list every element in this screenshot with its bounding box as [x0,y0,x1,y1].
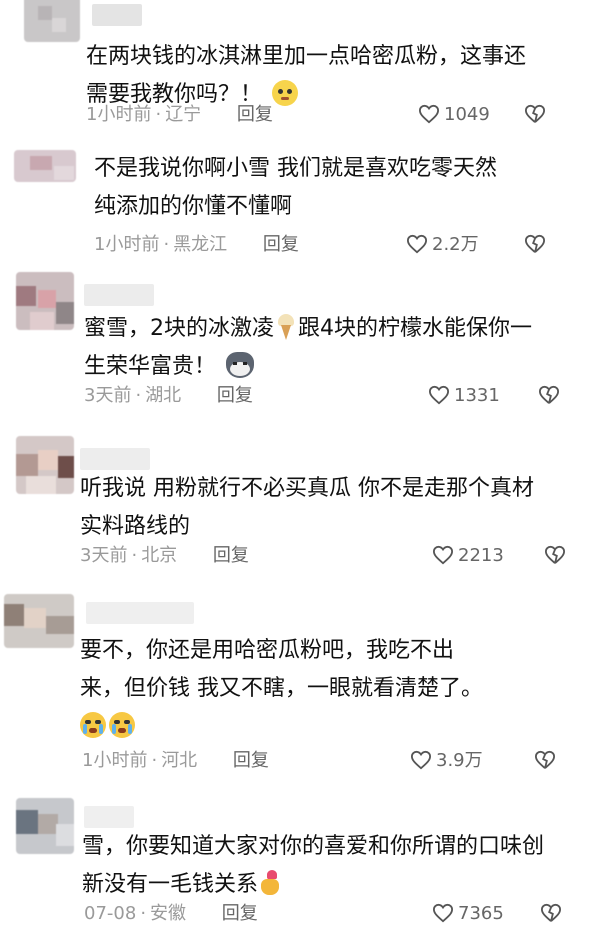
like-button[interactable]: 2.2万 [406,234,479,256]
finger-heart-emoji-icon [260,870,282,896]
comment-text: 听我说 用粉就行不必买真瓜 你不是走那个真材 实料路线的 [80,476,534,539]
avatar[interactable] [16,798,74,854]
comment-meta: 1小时前 · 黑龙江 回复 [94,234,299,255]
heart-icon [432,545,454,565]
broken-heart-icon [544,545,566,564]
like-button[interactable]: 1331 [428,385,500,407]
comment-meta: 3天前 · 湖北 回复 [84,385,253,406]
avatar[interactable] [16,436,74,494]
username-blurred[interactable] [84,284,154,306]
broken-heart-icon [538,385,560,404]
username-blurred[interactable] [80,448,150,470]
heart-icon [432,903,454,923]
comment-text: 要不，你还是用哈密瓜粉吧，我吃不出 来，但价钱 我又不瞎，一眼就看清楚了。 [80,632,483,746]
crying-face-emoji-icon [109,712,135,738]
reply-button[interactable]: 回复 [233,750,269,771]
broken-heart-icon [524,104,546,123]
comment-meta: 1小时前 · 河北 回复 [82,750,269,771]
broken-heart-icon [524,234,546,253]
dislike-button[interactable] [534,750,556,774]
like-button[interactable]: 7365 [432,903,504,925]
worried-face-emoji-icon [272,80,299,106]
heart-icon [428,385,450,405]
username-blurred[interactable] [92,4,142,26]
avatar[interactable] [16,272,74,330]
comment-text: 在两块钱的冰淇淋里加一点哈密瓜粉，这事还 需要我教你吗？！ [86,44,527,107]
dislike-button[interactable] [538,385,560,409]
dislike-button[interactable] [524,234,546,258]
heart-icon [406,234,428,254]
username-blurred[interactable] [84,806,134,828]
reply-button[interactable]: 回复 [213,545,249,566]
avatar[interactable] [24,0,80,42]
comment-text: 蜜雪，2块的冰激凌 跟4块的柠檬水能保你一 生荣华富贵！ [84,314,532,379]
comment-text: 不是我说你啊小雪 我们就是喜欢吃零天然 纯添加的你懂不懂啊 [94,156,497,219]
avatar[interactable] [14,150,76,182]
dislike-button[interactable] [524,104,546,128]
like-button[interactable]: 3.9万 [410,750,483,772]
comment-meta: 07-08 · 安徽 回复 [84,903,258,924]
broken-heart-icon [540,903,562,922]
like-button[interactable]: 2213 [432,545,504,567]
comment-meta: 1小时前 · 辽宁 回复 [86,104,273,125]
reply-button[interactable]: 回复 [217,385,253,406]
reply-button[interactable]: 回复 [263,234,299,255]
husky-dog-emoji-icon [226,352,255,378]
heart-icon [410,750,432,770]
reply-button[interactable]: 回复 [222,903,258,924]
comment-text: 雪，你要知道大家对你的喜爱和你所谓的口味创 新没有一毛钱关系 [82,834,545,897]
like-button[interactable]: 1049 [418,104,490,126]
broken-heart-icon [534,750,556,769]
crying-face-emoji-icon [80,712,106,738]
ice-cream-emoji-icon [277,314,295,340]
comment-meta: 3天前 · 北京 回复 [80,545,249,566]
username-blurred[interactable] [86,602,194,624]
heart-icon [418,104,440,124]
reply-button[interactable]: 回复 [237,104,273,125]
dislike-button[interactable] [540,903,562,927]
avatar[interactable] [4,594,74,648]
dislike-button[interactable] [544,545,566,569]
